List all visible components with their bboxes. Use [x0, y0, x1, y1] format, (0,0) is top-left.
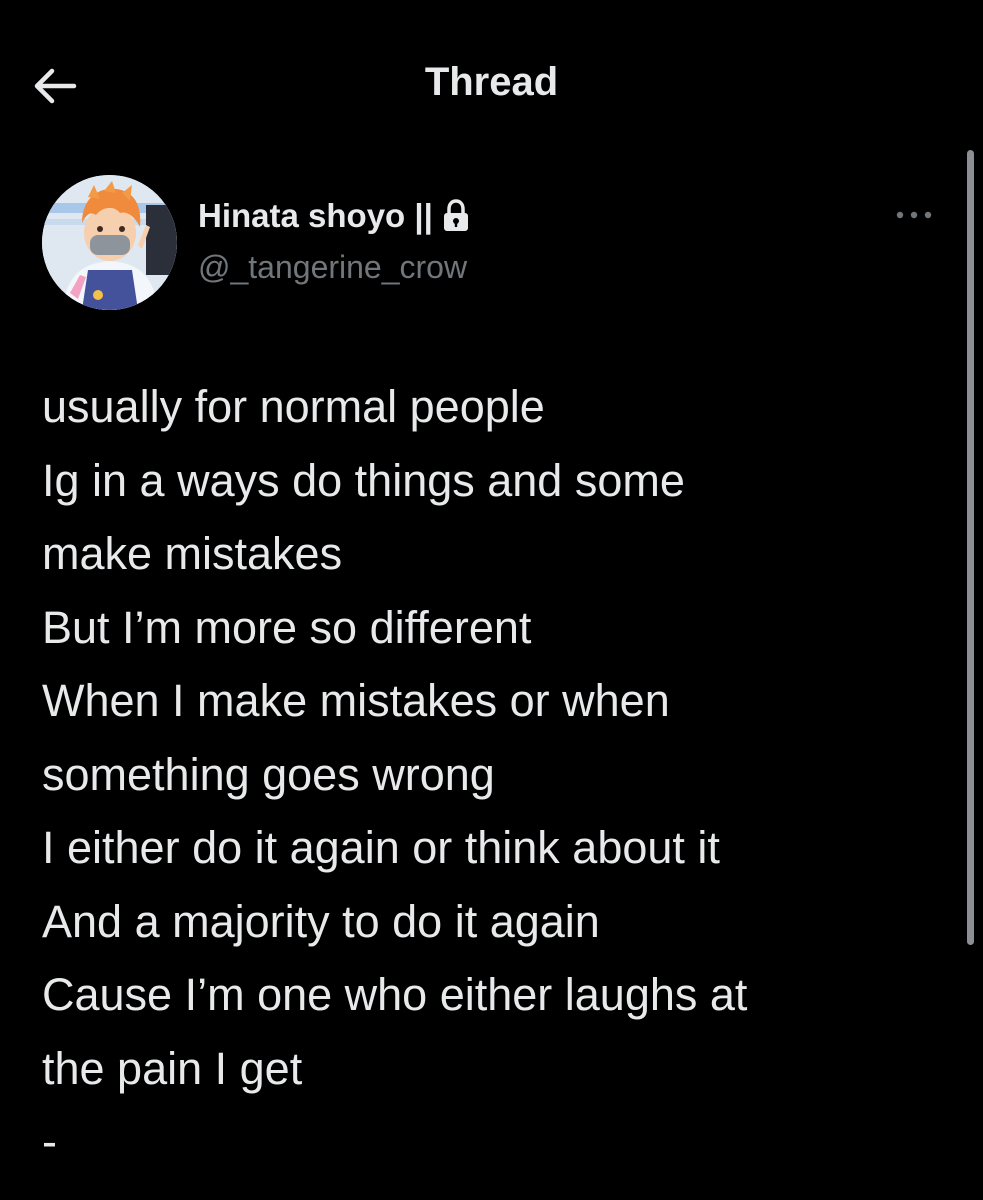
thread-screen: Thread Hinata shoyo || @_tangerine_crow …	[0, 0, 983, 1200]
tweet-line: Cause I’m one who either laughs at	[42, 969, 748, 1020]
tweet-line: something goes wrong	[42, 748, 495, 800]
tweet-line: I either do it again or think about it	[42, 822, 720, 873]
page-title: Thread	[424, 60, 559, 104]
avatar-image	[42, 175, 177, 310]
username[interactable]: @_tangerine_crow	[198, 249, 467, 286]
lock-icon	[443, 199, 468, 231]
tweet-line: Ig in a ways do things and some	[42, 454, 685, 506]
display-name-row: Hinata shoyo ||	[198, 197, 471, 235]
more-options-button[interactable]	[889, 200, 939, 230]
tweet-line: When I make mistakes or when	[42, 675, 670, 726]
tweet-text: usually for normal people Ig in a ways d…	[42, 370, 942, 1179]
tweet-author: Hinata shoyo || @_tangerine_crow	[42, 175, 942, 315]
tweet-line: -	[42, 1116, 57, 1167]
tweet-line: usually for normal people	[42, 381, 545, 432]
tweet-line: But I’m more so different	[42, 601, 532, 653]
avatar[interactable]	[42, 175, 177, 310]
tweet-line: make mistakes	[42, 528, 343, 579]
more-horizontal-icon	[896, 211, 932, 219]
scrollbar-thumb[interactable]	[967, 150, 974, 945]
tweet-line: And a majority to do it again	[42, 895, 600, 947]
tweet-line: the pain I get	[42, 1042, 303, 1094]
top-bar: Thread	[0, 0, 983, 170]
display-name[interactable]: Hinata shoyo ||	[198, 197, 433, 235]
scrollbar[interactable]	[967, 150, 974, 945]
